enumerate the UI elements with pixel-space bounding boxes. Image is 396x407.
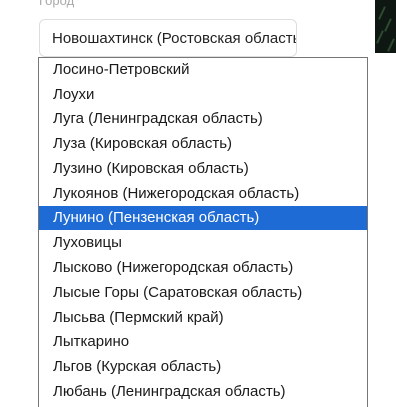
dropdown-option[interactable]: Льгов (Курская область): [39, 355, 367, 379]
city-select-value: Новошахтинск (Ростовская область): [52, 29, 297, 47]
city-field-label: Город: [39, 0, 75, 8]
dropdown-option[interactable]: Лысые Горы (Саратовская область): [39, 281, 367, 305]
city-select[interactable]: Новошахтинск (Ростовская область): [39, 19, 297, 57]
dropdown-option[interactable]: Луховицы: [39, 231, 367, 255]
dropdown-option[interactable]: Лузино (Кировская область): [39, 157, 367, 181]
dropdown-option[interactable]: Лысьва (Пермский край): [39, 306, 367, 330]
dropdown-option[interactable]: Лыткарино: [39, 330, 367, 354]
dropdown-option[interactable]: Луза (Кировская область): [39, 132, 367, 156]
dropdown-option[interactable]: Лосино-Петровский: [39, 58, 367, 82]
dropdown-option[interactable]: Лукоянов (Нижегородская область): [39, 182, 367, 206]
background-image-fragment: [375, 0, 396, 53]
dropdown-option[interactable]: Луга (Ленинградская область): [39, 107, 367, 131]
dropdown-option[interactable]: Лоухи: [39, 83, 367, 107]
dropdown-option[interactable]: Любань (Ленинградская область): [39, 380, 367, 404]
dropdown-option-highlighted[interactable]: Лунино (Пензенская область): [39, 206, 367, 230]
dropdown-option[interactable]: Лысково (Нижегородская область): [39, 256, 367, 280]
city-dropdown-list[interactable]: Лосино-Петровский Лоухи Луга (Ленинградс…: [38, 57, 368, 407]
